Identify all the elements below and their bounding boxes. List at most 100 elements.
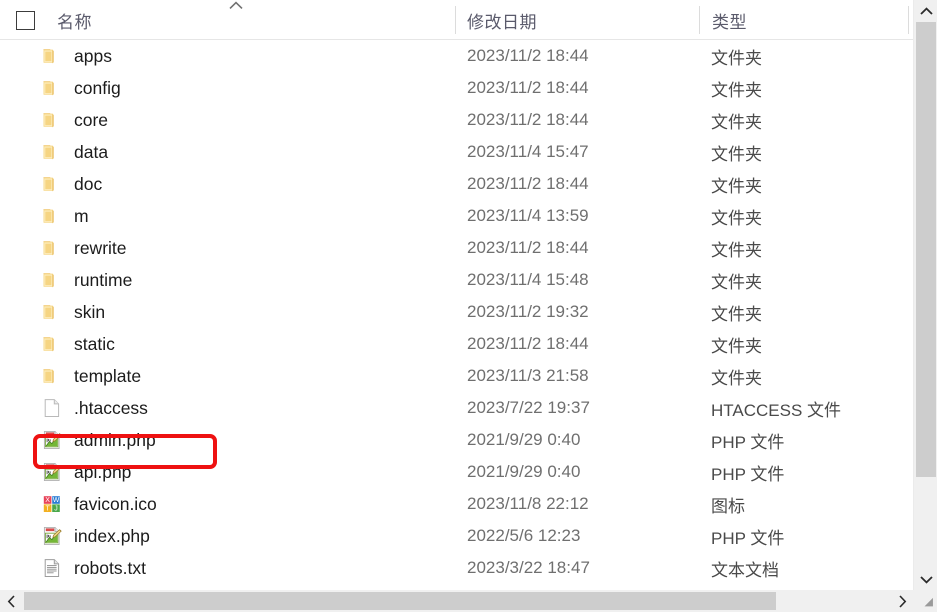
file-name-label: skin	[74, 301, 106, 322]
file-date-modified-cell: 2023/11/4 15:47	[467, 142, 589, 161]
file-name-cell[interactable]: template	[0, 360, 450, 392]
file-name-label: template	[74, 365, 142, 386]
file-list-row[interactable]: robots.txt 2023/3/22 18:47 文本文档	[0, 552, 913, 584]
file-type-cell: PHP 文件	[711, 432, 785, 452]
file-name-label: data	[74, 141, 109, 162]
text-document-icon	[41, 557, 63, 579]
file-name-cell[interactable]: apps	[0, 40, 450, 72]
file-name-cell[interactable]: runtime	[0, 264, 450, 296]
file-date-modified-cell: 2023/11/2 18:44	[467, 238, 589, 257]
file-list-row[interactable]: index.php 2022/5/6 12:23 PHP 文件	[0, 520, 913, 552]
file-type-cell: 文件夹	[711, 368, 762, 388]
folder-icon	[41, 173, 63, 195]
file-list-row[interactable]: .htaccess 2023/7/22 19:37 HTACCESS 文件	[0, 392, 913, 424]
file-explorer-window: 名称 修改日期 类型 apps 2023/11/2 18:44 文件夹 config 2…	[0, 0, 937, 612]
file-name-label: index.php	[74, 525, 150, 546]
file-name-cell[interactable]: rewrite	[0, 232, 450, 264]
scroll-up-button[interactable]	[914, 0, 937, 22]
folder-icon	[41, 109, 63, 131]
folder-icon	[41, 237, 63, 259]
file-list-row[interactable]: doc 2023/11/2 18:44 文件夹	[0, 168, 913, 200]
folder-icon	[41, 365, 63, 387]
folder-icon	[41, 333, 63, 355]
php-notepadpp-icon	[41, 429, 63, 451]
file-name-cell[interactable]: core	[0, 104, 450, 136]
file-type-cell: 文件夹	[711, 336, 762, 356]
scrollbar-corner: ◢	[913, 590, 937, 612]
folder-icon	[41, 269, 63, 291]
file-name-cell[interactable]: data	[0, 136, 450, 168]
php-notepadpp-icon	[41, 461, 63, 483]
file-list-row[interactable]: apps 2023/11/2 18:44 文件夹	[0, 40, 913, 72]
horizontal-scroll-thumb[interactable]	[24, 592, 776, 610]
file-date-modified-cell: 2023/11/4 13:59	[467, 206, 589, 225]
file-name-label: .htaccess	[74, 397, 148, 418]
column-header-date-modified[interactable]: 修改日期	[455, 0, 690, 40]
file-list-row[interactable]: admin.php 2021/9/29 0:40 PHP 文件	[0, 424, 913, 456]
file-date-modified-cell: 2023/11/8 22:12	[467, 494, 589, 513]
file-name-cell[interactable]: X W T Jfavicon.ico	[0, 488, 450, 520]
file-list[interactable]: apps 2023/11/2 18:44 文件夹 config 2023/11/2 18…	[0, 40, 913, 592]
file-list-row[interactable]: api.php 2021/9/29 0:40 PHP 文件	[0, 456, 913, 488]
file-date-modified-cell: 2023/11/2 18:44	[467, 46, 589, 65]
file-name-cell[interactable]: skin	[0, 296, 450, 328]
scroll-right-button[interactable]	[891, 590, 913, 612]
file-name-cell[interactable]: static	[0, 328, 450, 360]
file-type-cell: PHP 文件	[711, 464, 785, 484]
ico-tiles-icon: XWTJ	[41, 493, 63, 515]
file-date-modified-cell: 2023/3/22 18:47	[467, 558, 590, 577]
file-name-cell[interactable]: m	[0, 200, 450, 232]
folder-icon	[41, 77, 63, 99]
file-list-row[interactable]: data 2023/11/4 15:47 文件夹	[0, 136, 913, 168]
file-name-cell[interactable]: admin.php	[0, 424, 450, 456]
file-name-label: static	[74, 333, 115, 354]
file-name-cell[interactable]: robots.txt	[0, 552, 450, 584]
vertical-scroll-thumb[interactable]	[916, 22, 936, 477]
file-list-row[interactable]: skin 2023/11/2 19:32 文件夹	[0, 296, 913, 328]
file-list-row[interactable]: core 2023/11/2 18:44 文件夹	[0, 104, 913, 136]
file-name-label: m	[74, 205, 89, 226]
file-type-cell: HTACCESS 文件	[711, 400, 842, 420]
file-date-modified-cell: 2023/11/2 18:44	[467, 334, 589, 353]
file-date-modified-cell: 2021/9/29 0:40	[467, 430, 581, 449]
resize-grip-icon[interactable]: ◢	[925, 597, 933, 608]
column-header-row: 名称 修改日期 类型	[0, 0, 913, 40]
folder-icon	[41, 301, 63, 323]
vertical-scroll-track[interactable]	[914, 22, 937, 568]
file-type-cell: 文件夹	[711, 240, 762, 260]
file-name-label: robots.txt	[74, 557, 146, 578]
file-name-cell[interactable]: api.php	[0, 456, 450, 488]
column-divider-3[interactable]	[908, 6, 909, 34]
file-name-label: config	[74, 77, 121, 98]
file-list-row[interactable]: config 2023/11/2 18:44 文件夹	[0, 72, 913, 104]
blank-document-icon	[41, 397, 63, 419]
file-date-modified-cell: 2023/7/22 19:37	[467, 398, 590, 417]
file-list-row[interactable]: template 2023/11/3 21:58 文件夹	[0, 360, 913, 392]
file-type-cell: 文件夹	[711, 208, 762, 228]
folder-icon	[41, 45, 63, 67]
file-type-cell: 文件夹	[711, 272, 762, 292]
file-date-modified-cell: 2023/11/2 18:44	[467, 174, 589, 193]
file-list-row[interactable]: static 2023/11/2 18:44 文件夹	[0, 328, 913, 360]
svg-text:J: J	[54, 505, 58, 512]
file-name-cell[interactable]: doc	[0, 168, 450, 200]
php-notepadpp-icon	[41, 525, 63, 547]
file-name-label: core	[74, 109, 109, 130]
file-name-cell[interactable]: index.php	[0, 520, 450, 552]
file-list-row[interactable]: m 2023/11/4 13:59 文件夹	[0, 200, 913, 232]
folder-icon	[41, 141, 63, 163]
file-name-cell[interactable]: config	[0, 72, 450, 104]
column-header-type[interactable]: 类型	[700, 0, 910, 40]
file-list-row[interactable]: runtime 2023/11/4 15:48 文件夹	[0, 264, 913, 296]
file-list-row[interactable]: rewrite 2023/11/2 18:44 文件夹	[0, 232, 913, 264]
scroll-down-button[interactable]	[914, 568, 937, 590]
column-header-name-label: 名称	[57, 12, 92, 32]
file-date-modified-cell: 2023/11/3 21:58	[467, 366, 589, 385]
vertical-scrollbar[interactable]	[913, 0, 937, 590]
horizontal-scrollbar[interactable]	[0, 590, 913, 612]
file-date-modified-cell: 2023/11/2 18:44	[467, 78, 589, 97]
column-header-name[interactable]: 名称	[0, 0, 448, 40]
scroll-left-button[interactable]	[0, 590, 22, 612]
file-list-row[interactable]: X W T Jfavicon.ico 2023/11/8 22:12 图标	[0, 488, 913, 520]
file-name-cell[interactable]: .htaccess	[0, 392, 450, 424]
